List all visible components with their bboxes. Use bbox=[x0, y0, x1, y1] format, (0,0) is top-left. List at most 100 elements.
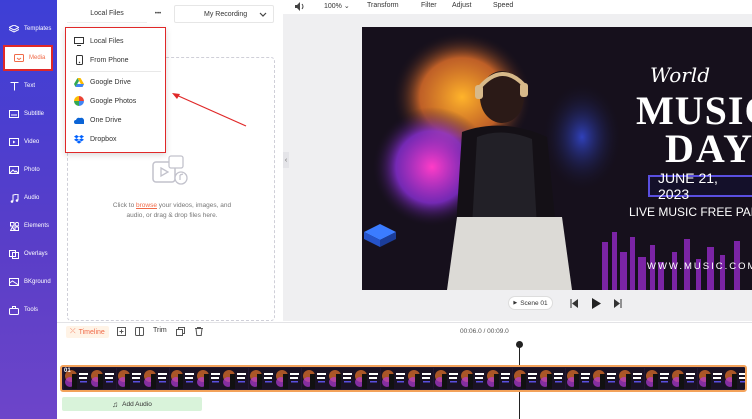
edit-toolbar: 100% ⌄ Transform Filter Adjust Speed bbox=[283, 0, 752, 14]
sidebar-item-label: Media bbox=[29, 55, 46, 61]
background-icon bbox=[8, 277, 20, 287]
chevron-left-icon: ‹ bbox=[284, 156, 288, 164]
music-note-icon: ♫ bbox=[112, 399, 119, 409]
menu-item-label: Google Drive bbox=[90, 78, 131, 86]
local-files-tab-label: Local Files bbox=[90, 10, 124, 17]
transform-button[interactable]: Transform bbox=[367, 2, 399, 9]
sidebar-item-video[interactable]: Video bbox=[0, 129, 57, 155]
duplicate-icon[interactable] bbox=[176, 327, 185, 336]
time-display: 00:06.0 / 00:09.0 bbox=[460, 328, 509, 335]
timeline-icon: ⤫ bbox=[70, 328, 76, 335]
more-options-button[interactable]: ••• bbox=[151, 5, 165, 23]
browse-link[interactable]: browse bbox=[136, 202, 157, 209]
playhead-handle[interactable] bbox=[516, 341, 523, 348]
tools-icon bbox=[8, 305, 20, 315]
clip-frame-thumbnail bbox=[539, 368, 566, 389]
sidebar-item-audio[interactable]: Audio bbox=[0, 185, 57, 211]
menu-item-label: One Drive bbox=[90, 116, 122, 124]
chevron-down-icon: ⌄ bbox=[343, 3, 350, 10]
time-current: 00:06.0 bbox=[460, 328, 482, 335]
scene-selector[interactable]: ▶ Scene 01 bbox=[508, 296, 553, 310]
overlays-icon bbox=[8, 249, 20, 259]
clip-badge: 01 bbox=[64, 368, 71, 374]
menu-item-local-files[interactable]: Local Files bbox=[74, 34, 123, 48]
clip-frame-thumbnail bbox=[196, 368, 222, 389]
google-photos-icon bbox=[74, 96, 84, 106]
video-clip-track[interactable] bbox=[60, 365, 747, 392]
zoom-dropdown[interactable]: 100% ⌄ bbox=[324, 2, 350, 10]
clip-frame-thumbnail bbox=[724, 368, 745, 389]
photo-icon bbox=[8, 165, 20, 175]
poster-title-script: World bbox=[650, 63, 710, 87]
sidebar-item-label: Photo bbox=[24, 167, 40, 173]
media-upload-icon bbox=[152, 155, 188, 185]
text-icon bbox=[8, 81, 20, 91]
clip-frame-thumbnail bbox=[592, 368, 618, 389]
sidebar-item-label: BKground bbox=[24, 279, 51, 285]
video-preview[interactable]: World MUSIC DAY JUNE 21, 2023 LIVE MUSIC… bbox=[362, 27, 752, 290]
poster-title-line2: DAY bbox=[665, 126, 752, 171]
clip-frame-thumbnail bbox=[328, 368, 354, 389]
adjust-button[interactable]: Adjust bbox=[452, 2, 471, 9]
zoom-value: 100% bbox=[324, 3, 342, 10]
trim-button[interactable]: Trim bbox=[153, 327, 167, 334]
sidebar-item-label: Text bbox=[24, 83, 36, 89]
clip-frame-thumbnail bbox=[433, 368, 460, 389]
clip-frame-thumbnail bbox=[486, 368, 513, 389]
clip-frame-thumbnail bbox=[565, 368, 592, 389]
chevron-down-icon bbox=[259, 12, 267, 17]
menu-item-from-phone[interactable]: From Phone bbox=[74, 53, 129, 67]
skip-forward-icon[interactable] bbox=[614, 299, 622, 308]
clip-frame-thumbnail bbox=[380, 368, 407, 389]
menu-divider bbox=[70, 71, 161, 72]
dropbox-icon bbox=[74, 134, 84, 144]
sidebar-item-bkground[interactable]: BKground bbox=[0, 269, 57, 295]
filter-button[interactable]: Filter bbox=[421, 2, 437, 9]
skip-back-icon[interactable] bbox=[570, 299, 578, 308]
sidebar-item-label: Video bbox=[24, 139, 40, 145]
video-icon bbox=[8, 137, 20, 147]
layers-icon bbox=[8, 24, 20, 34]
add-clip-icon[interactable] bbox=[117, 327, 126, 336]
sidebar-item-photo[interactable]: Photo bbox=[0, 157, 57, 183]
split-icon[interactable] bbox=[135, 327, 144, 336]
trash-icon[interactable] bbox=[195, 327, 203, 336]
annotation-arrow bbox=[172, 93, 247, 127]
sidebar-item-templates[interactable]: Templates bbox=[0, 16, 57, 42]
collapse-panel-handle[interactable]: ‹ bbox=[283, 152, 289, 168]
clip-frame-thumbnail bbox=[697, 368, 724, 389]
sidebar-item-text[interactable]: Text bbox=[0, 73, 57, 99]
menu-item-label: From Phone bbox=[90, 56, 129, 64]
sidebar-item-media[interactable]: Media bbox=[3, 45, 53, 71]
music-icon bbox=[8, 193, 20, 203]
sidebar-item-overlays[interactable]: Overlays bbox=[0, 241, 57, 267]
menu-item-one-drive[interactable]: One Drive bbox=[74, 113, 122, 127]
sidebar-item-subtitle[interactable]: Subtitle bbox=[0, 101, 57, 127]
more-icon: ••• bbox=[154, 11, 162, 17]
speed-button[interactable]: Speed bbox=[493, 2, 513, 9]
volume-icon[interactable] bbox=[295, 2, 305, 11]
clip-frame-thumbnail bbox=[618, 368, 645, 389]
clip-frame-thumbnail bbox=[248, 368, 275, 389]
menu-item-label: Local Files bbox=[90, 37, 124, 45]
play-icon[interactable] bbox=[592, 298, 601, 309]
clip-frame-thumbnail bbox=[407, 368, 434, 389]
local-files-tab[interactable]: Local Files bbox=[67, 5, 147, 23]
clip-frame-thumbnail bbox=[169, 368, 196, 389]
clip-frame-thumbnail bbox=[671, 368, 698, 389]
upload-hint: Click to browse your videos, images, and… bbox=[108, 201, 236, 221]
onedrive-icon bbox=[74, 115, 84, 125]
menu-item-dropbox[interactable]: Dropbox bbox=[74, 132, 116, 146]
sidebar-item-label: Overlays bbox=[24, 251, 48, 257]
sidebar: Templates Media Text Subtitle Video Photo Audi… bbox=[0, 0, 57, 419]
play-small-icon: ▶ bbox=[513, 300, 518, 306]
sidebar-item-elements[interactable]: Elements bbox=[0, 213, 57, 239]
timeline-toggle[interactable]: ⤫ Timeline bbox=[66, 326, 109, 338]
recording-dropdown[interactable]: My Recording bbox=[174, 5, 274, 23]
menu-item-google-drive[interactable]: Google Drive bbox=[74, 75, 131, 89]
upload-hint-prefix: Click to bbox=[112, 202, 137, 209]
add-audio-button[interactable]: ♫ Add Audio bbox=[62, 397, 202, 411]
menu-item-google-photos[interactable]: Google Photos bbox=[74, 94, 136, 108]
sidebar-item-tools[interactable]: Tools bbox=[0, 297, 57, 323]
clip-frame-thumbnail bbox=[222, 368, 249, 389]
